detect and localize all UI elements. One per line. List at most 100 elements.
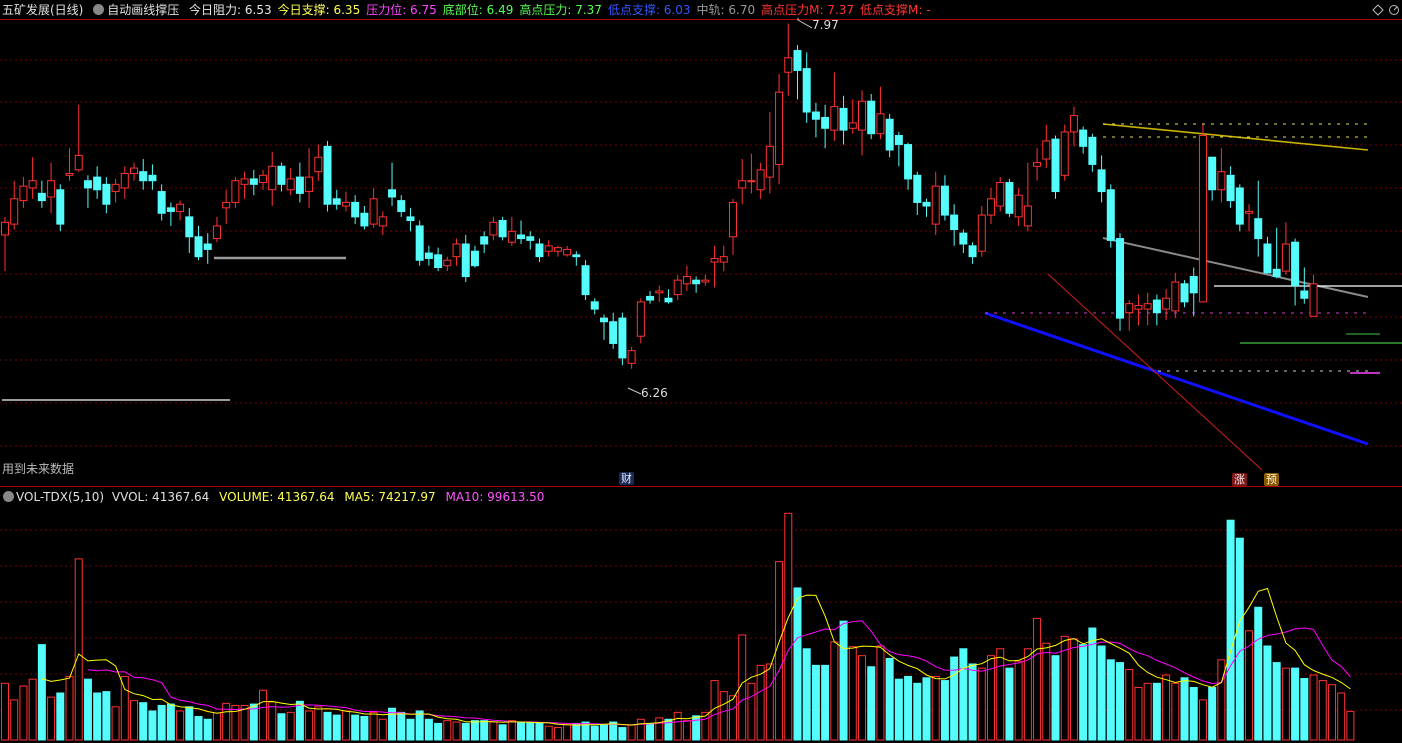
volume-bar <box>461 722 470 741</box>
candle-body <box>857 100 866 131</box>
candle-body <box>646 295 655 301</box>
volume-bar <box>268 701 277 741</box>
candle-body <box>581 265 590 296</box>
volume-bar <box>286 711 295 741</box>
candle-body <box>885 118 894 151</box>
volume-bar <box>627 724 636 741</box>
candle-body <box>1088 136 1097 165</box>
candle-body <box>793 50 802 71</box>
candle-body <box>424 252 433 259</box>
volume-bar <box>1263 645 1272 741</box>
candle-body <box>738 180 747 189</box>
volume-bar <box>507 720 516 741</box>
finance-event-badge[interactable]: 财 <box>619 472 634 485</box>
volume-bar <box>120 675 129 741</box>
candle-body <box>37 192 46 202</box>
volume-bar <box>811 664 820 741</box>
candle-body <box>314 156 323 173</box>
volume-bar <box>295 700 304 741</box>
candle-body <box>950 214 959 231</box>
volume-bar <box>1318 680 1327 741</box>
volume-bar <box>305 710 314 741</box>
settings-dial-icon[interactable] <box>1388 4 1400 16</box>
indicator-lines <box>2 18 1402 471</box>
candle-body <box>305 176 314 193</box>
candle-body <box>19 185 28 202</box>
volume-indicator-name[interactable]: VOL-TDX(5,10) <box>16 490 104 504</box>
header-indicator-4: 高点压力: 7.37 <box>519 3 602 17</box>
volume-bar <box>553 727 562 741</box>
candle-body <box>47 180 56 198</box>
candle-body <box>692 279 701 285</box>
candle-body <box>1 221 9 236</box>
volume-bar <box>56 692 65 741</box>
volume-bar <box>1180 677 1189 741</box>
candle-body <box>1033 162 1042 167</box>
candle-body <box>1069 115 1078 133</box>
candlestick-series <box>1 23 1318 369</box>
stock-chart-canvas[interactable] <box>0 0 1402 743</box>
volume-bar <box>1005 667 1014 741</box>
volume-bar <box>341 710 350 741</box>
high-price-label: 7.97 <box>812 18 839 32</box>
header-indicator-0: 今日阻力: 6.53 <box>189 3 272 17</box>
volume-bar <box>203 718 212 741</box>
candle-body <box>784 57 793 73</box>
candle-body <box>1106 189 1115 241</box>
diamond-icon[interactable] <box>1372 4 1384 16</box>
candle-body <box>415 225 424 261</box>
forecast-event-badge[interactable]: 预 <box>1264 473 1279 486</box>
candle-body <box>876 113 885 135</box>
volume-bar <box>332 714 341 741</box>
candle-body <box>572 254 581 258</box>
candle-body <box>664 297 673 303</box>
candle-body <box>1198 135 1207 303</box>
candle-body <box>157 191 166 214</box>
volume-bar <box>1143 682 1152 741</box>
volume-bar <box>19 685 28 741</box>
volume-bar-series <box>1 512 1355 741</box>
volume-bar <box>1198 699 1207 741</box>
volume-bar <box>655 717 664 741</box>
candle-body <box>1097 169 1106 193</box>
volume-bar <box>1014 660 1023 741</box>
candle-body <box>10 198 19 225</box>
candle-body <box>194 236 203 258</box>
middle-rail-line <box>1102 237 1369 298</box>
header-indicator-7: 高点压力M: 7.37 <box>761 3 855 17</box>
volume-bar <box>351 714 360 741</box>
candle-body <box>1263 243 1272 274</box>
volume-bar <box>1309 674 1318 741</box>
volume-bar <box>968 663 977 741</box>
candle-body <box>765 145 774 178</box>
candle-body <box>618 317 627 359</box>
candle-body <box>1134 304 1143 310</box>
candle-body <box>28 180 37 189</box>
header-indicator-8: 低点支撑M: - <box>860 3 931 17</box>
header-indicator-1: 今日支撑: 6.35 <box>277 3 361 17</box>
indicator-menu-icon[interactable] <box>93 4 105 15</box>
candle-body <box>940 185 949 216</box>
volume-bar <box>848 646 857 741</box>
candle-body <box>1291 241 1300 287</box>
volume-bar <box>185 706 194 741</box>
rise-event-badge[interactable]: 涨 <box>1232 473 1247 486</box>
candle-body <box>231 180 240 203</box>
volume-menu-icon[interactable] <box>3 491 14 502</box>
volume-bar <box>618 727 627 741</box>
candle-body <box>544 245 553 252</box>
candle-body <box>222 201 231 209</box>
volume-bar <box>1281 667 1290 741</box>
volume-bar <box>1162 674 1171 741</box>
ma10-value: MA10: 99613.50 <box>445 490 545 504</box>
indicator-values: 今日阻力: 6.53 今日支撑: 6.35 压力位: 6.75 底部位: 6.49 高点… <box>189 3 937 17</box>
volume-bar <box>1327 684 1336 741</box>
volume-bar <box>443 720 452 741</box>
candle-body <box>1060 131 1069 176</box>
indicator-name[interactable]: 自动画线撑压 <box>107 3 179 17</box>
volume-bar <box>1042 642 1051 741</box>
candle-body <box>351 201 360 218</box>
candle-body <box>775 91 784 165</box>
candle-body <box>1152 299 1161 314</box>
volume-bar <box>1337 692 1346 741</box>
